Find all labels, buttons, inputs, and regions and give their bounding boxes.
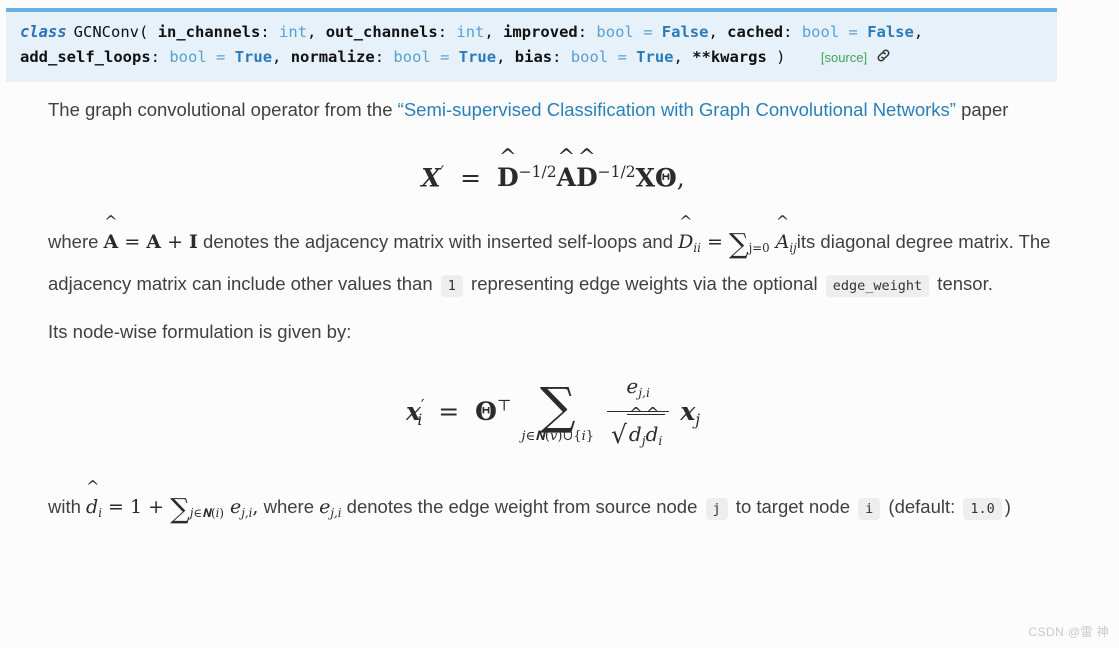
param-sep-4: , <box>272 48 282 66</box>
signature-line-1: class GCNConv( in_channels: int, out_chan… <box>20 20 1047 45</box>
param-type-add-self-loops: bool <box>169 48 207 66</box>
param-name-cached: cached <box>727 23 784 41</box>
inline-code-edge-weight: edge_weight <box>825 275 930 298</box>
csdn-watermark: CSDN @雷 神 <box>1028 625 1109 639</box>
class-signature-box: class GCNConv( in_channels: int, out_chan… <box>6 8 1057 82</box>
equation-nodewise: x′i = Θ⊤ ∑ j∈𝐍(v)∪{i} ej,i √ ^ dj ^ di xj <box>48 368 1058 459</box>
param-name-out-channels: out_channels <box>325 23 438 41</box>
paper-link[interactable]: “Semi-supervised Classification with Gra… <box>398 99 956 120</box>
inline-code-one: 1 <box>440 275 463 298</box>
param-type-out-channels: int <box>456 23 485 41</box>
param-sep-5: , <box>496 48 506 66</box>
param-value-cached: False <box>867 23 914 41</box>
param-colon-3: : <box>783 23 793 41</box>
param-value-normalize: True <box>458 48 497 66</box>
param-equals-4: = <box>216 48 226 66</box>
param-type-in-channels: int <box>279 23 308 41</box>
equation-main: X′ = ^ D−1/2 ^ A ^ D−1/2XΘ, <box>421 145 685 193</box>
open-paren: ( <box>139 23 149 41</box>
param-equals-6: = <box>617 48 627 66</box>
inline-code-i: i <box>858 498 881 520</box>
where-seg2: denotes the adjacency matrix with insert… <box>197 231 679 253</box>
nodewise-intro-paragraph: Its node-wise formulation is given by: <box>48 321 352 343</box>
param-colon-1: : <box>437 23 448 41</box>
param-colon-2: : <box>577 23 588 41</box>
param-value-improved: False <box>661 23 709 41</box>
param-equals-5: = <box>440 48 450 66</box>
param-value-bias: True <box>636 48 674 66</box>
inline-math-a-hat: ^ A = A + I <box>103 212 198 254</box>
param-name-improved: improved <box>503 23 578 41</box>
signature-line-2: add_self_loops: bool = True, normalize: … <box>20 45 1047 72</box>
inline-code-j: j <box>705 498 728 520</box>
param-colon-6: : <box>552 48 562 66</box>
close-paren: ) <box>776 48 786 66</box>
param-name-bias: bias <box>514 48 553 66</box>
intro-paragraph: The graph convolutional operator from th… <box>48 92 1058 128</box>
with-seg5: (default: <box>883 496 961 517</box>
inline-code-default: 1.0 <box>963 498 1002 520</box>
param-sep-6: , <box>673 48 683 66</box>
inline-math-e-ji: ej,i <box>319 496 342 520</box>
where-paragraph: where ^ A = A + I denotes the adjacency m… <box>48 212 1058 304</box>
param-type-bias: bool <box>570 48 609 66</box>
with-seg1: with <box>48 496 87 517</box>
with-seg2: where <box>258 496 320 517</box>
param-name-normalize: normalize <box>290 48 375 66</box>
param-equals-2: = <box>643 23 653 41</box>
param-sep-1: , <box>484 23 494 41</box>
class-keyword: class <box>20 23 67 41</box>
documentation-page: class GCNConv( in_channels: int, out_chan… <box>0 0 1119 648</box>
param-colon-4: : <box>150 48 160 66</box>
with-seg6: ) <box>1004 496 1011 517</box>
param-name-add-self-loops: add_self_loops <box>20 48 151 66</box>
param-sep-3: , <box>913 23 924 41</box>
inline-math-d-hat-def: ^ di = 1 + ∑j∈𝐍(i) ej,i, <box>86 477 259 525</box>
inline-math-d-hat-sum: ^ Dii = ∑j=0 ^ Aij <box>678 212 797 261</box>
fraction: ej,i √ ^ dj ^ di <box>606 368 670 459</box>
chain-link-icon[interactable] <box>875 47 892 72</box>
param-type-improved: bool <box>596 23 634 41</box>
where-seg1: where <box>48 231 104 253</box>
param-sep-2: , <box>708 23 718 41</box>
with-seg3: denotes the edge weight from source node <box>341 496 703 517</box>
where-seg4: representing edge weights via the option… <box>465 273 823 295</box>
param-colon-5: : <box>374 48 385 66</box>
with-seg4: to target node <box>730 496 856 517</box>
param-type-normalize: bool <box>393 48 431 66</box>
class-name: GCNConv <box>73 23 139 41</box>
param-name-kwargs: **kwargs <box>692 48 767 66</box>
intro-text-before: The graph convolutional operator from th… <box>48 99 398 120</box>
param-equals-3: = <box>848 23 858 41</box>
with-paragraph: with ^ di = 1 + ∑j∈𝐍(i) ej,i, where ej,i … <box>48 477 1058 531</box>
doc-body: The graph convolutional operator from th… <box>48 92 1058 541</box>
summation-operator: ∑ j∈𝐍(v)∪{i} <box>521 377 595 445</box>
param-value-add-self-loops: True <box>234 48 273 66</box>
param-sep-0: , <box>307 23 317 41</box>
where-seg5: tensor. <box>932 273 993 295</box>
source-link[interactable]: [source] <box>821 50 867 65</box>
param-type-cached: bool <box>801 23 840 41</box>
param-colon-0: : <box>260 23 270 41</box>
intro-text-after: paper <box>955 99 1009 120</box>
param-name-in-channels: in_channels <box>157 23 261 41</box>
